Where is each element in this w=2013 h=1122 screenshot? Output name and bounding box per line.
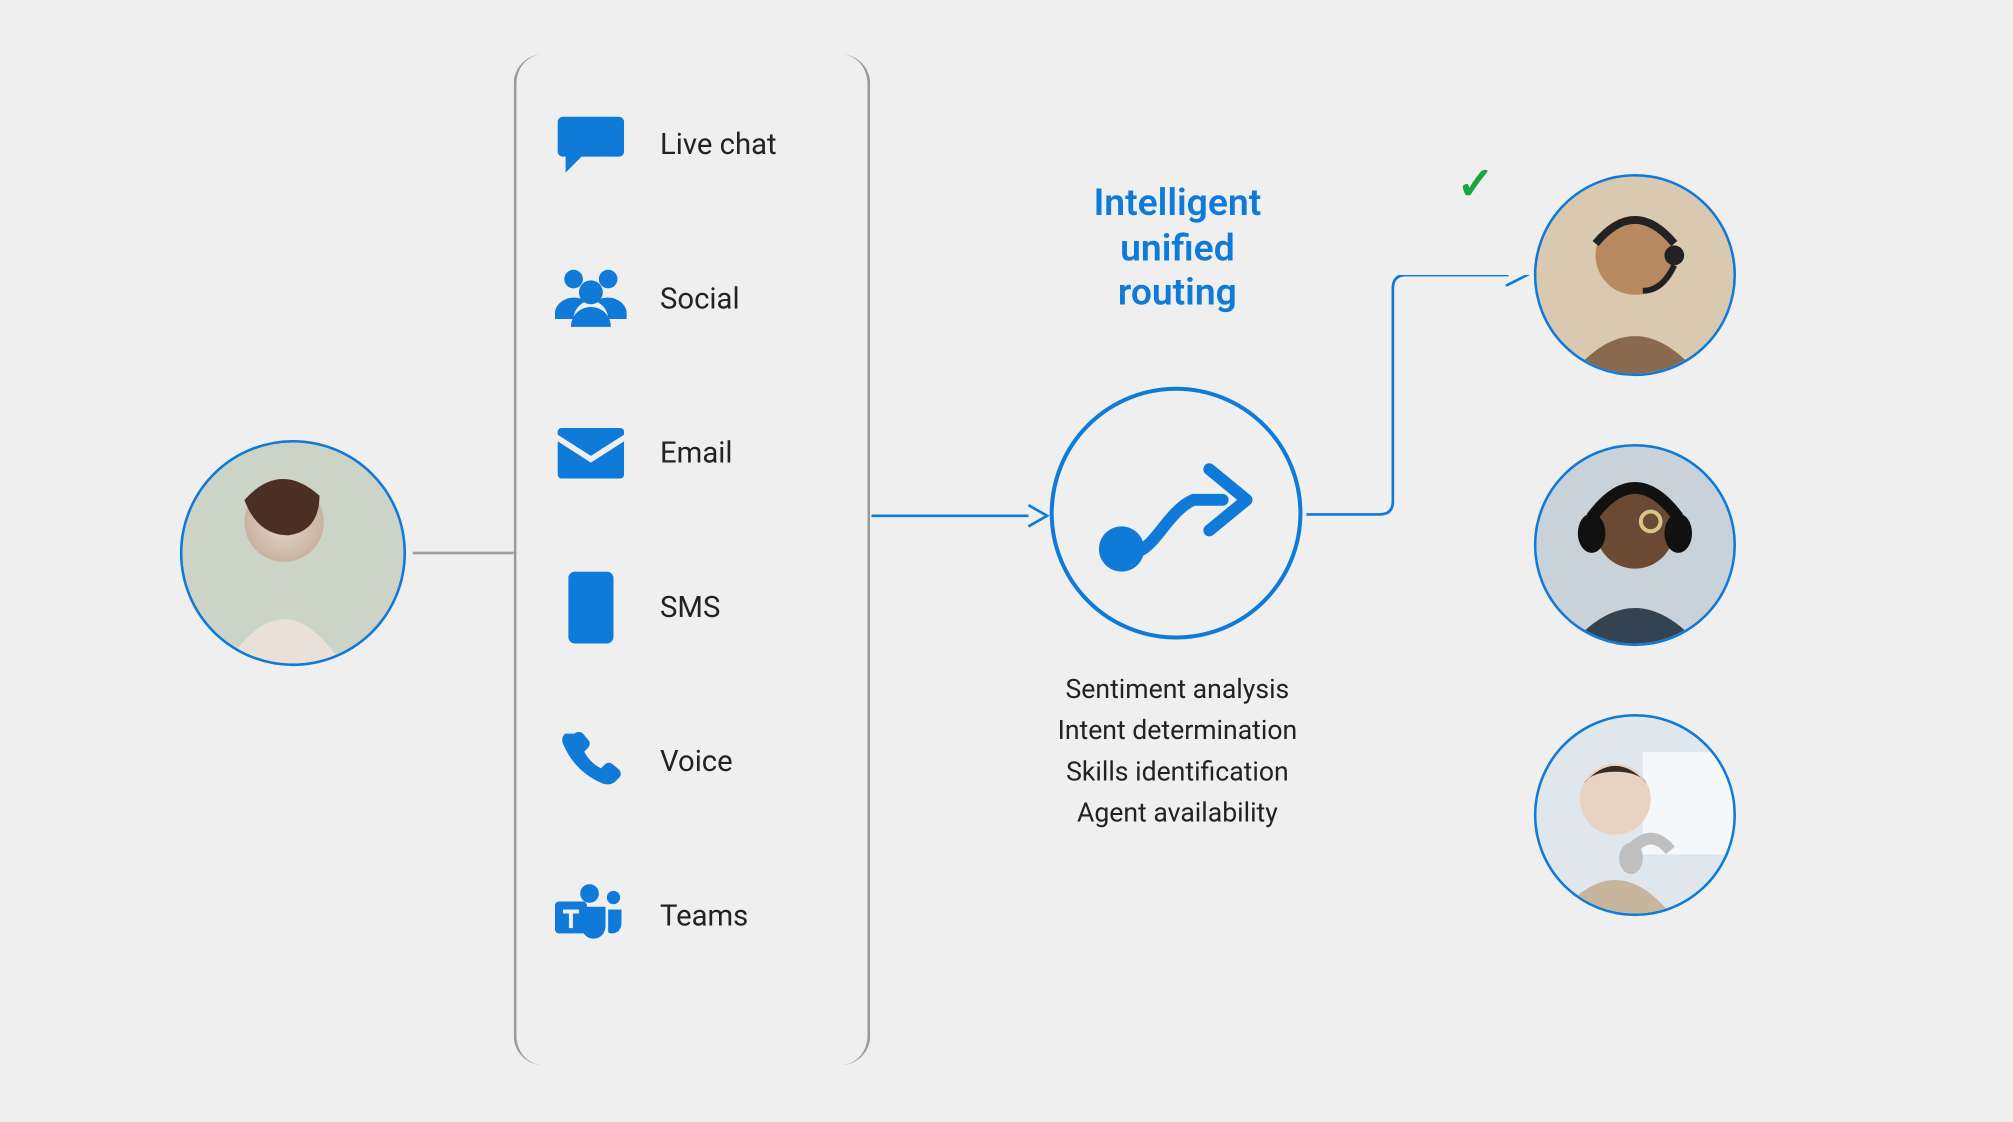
customer-avatar (180, 440, 406, 666)
channel-voice: Voice (554, 725, 868, 799)
channel-label: Live chat (660, 128, 777, 161)
mail-icon (554, 416, 628, 490)
person-icon (183, 443, 404, 664)
channel-label: SMS (660, 591, 720, 624)
channel-sms: SMS (554, 570, 868, 644)
routing-title-line: Intelligent (1024, 181, 1330, 226)
person-headphones-icon (1537, 447, 1734, 644)
sms-icon (554, 570, 628, 644)
phone-icon (554, 725, 628, 799)
diagram-stage: Live chat Social Email SMS (0, 14, 2012, 1107)
capability-item: Skills identification (1024, 751, 1330, 792)
channel-teams: Teams (554, 879, 868, 953)
routing-capabilities: Sentiment analysis Intent determination … (1024, 669, 1330, 834)
arrow-routing-agent (1306, 275, 1532, 528)
people-icon (554, 262, 628, 336)
route-icon (1090, 440, 1263, 586)
routing-title: Intelligent unified routing (1024, 181, 1330, 315)
connector-customer-channels (413, 552, 514, 555)
channel-label: Email (660, 437, 732, 470)
check-icon: ✓ (1457, 158, 1495, 211)
channel-label: Social (660, 282, 740, 315)
capability-item: Sentiment analysis (1024, 669, 1330, 710)
routing-title-line: routing (1024, 270, 1330, 315)
agent-avatar-1 (1534, 174, 1736, 376)
capability-item: Intent determination (1024, 710, 1330, 751)
capability-item: Agent availability (1024, 792, 1330, 833)
person-headset-icon (1537, 177, 1734, 374)
routing-title-line: unified (1024, 225, 1330, 270)
person-screen-icon (1537, 717, 1734, 914)
channels-group: Live chat Social Email SMS (514, 54, 870, 1065)
teams-icon (554, 879, 628, 953)
channel-label: Teams (660, 899, 748, 932)
channel-live-chat: Live chat (554, 107, 868, 181)
agent-avatar-3 (1534, 714, 1736, 916)
routing-node (1050, 387, 1303, 640)
channel-label: Voice (660, 745, 733, 778)
channel-social: Social (554, 262, 868, 336)
arrow-channels-routing (872, 500, 1050, 532)
chat-icon (554, 107, 628, 181)
channel-email: Email (554, 416, 868, 490)
agent-avatar-2 (1534, 444, 1736, 646)
